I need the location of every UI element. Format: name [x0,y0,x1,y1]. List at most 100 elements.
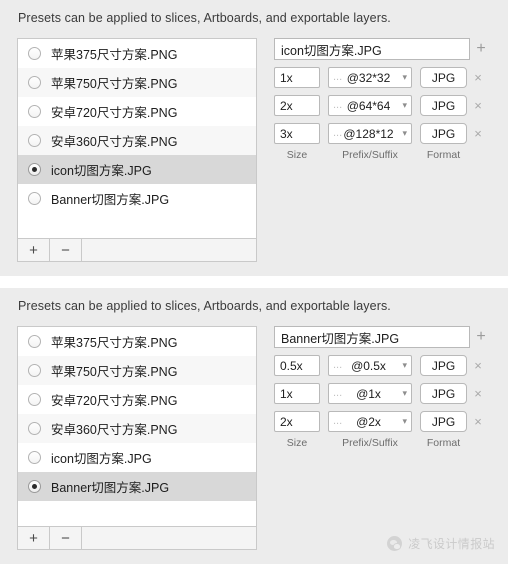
list-item[interactable]: 安卓360尺寸方案.PNG [18,126,256,155]
list-item-label: Banner切图方案.JPG [51,481,170,495]
radio-icon[interactable] [28,422,41,435]
radio-icon[interactable] [28,364,41,377]
add-preset-button[interactable]: + [18,527,50,549]
remove-export-row-icon[interactable]: × [467,71,489,84]
format-select[interactable]: JPG [420,67,467,88]
export-column-labels: Size Prefix/Suffix Format [274,149,492,161]
radio-icon[interactable] [28,47,41,60]
wechat-icon [387,536,403,551]
radio-icon[interactable] [28,105,41,118]
remove-export-row-icon[interactable]: × [467,127,489,140]
list-item-label: Banner切图方案.JPG [51,193,170,207]
radio-icon[interactable] [28,76,41,89]
export-row: 0.5x ... @0.5x ▾ JPG × [274,355,492,376]
preset-name-input[interactable]: Banner切图方案.JPG [274,326,470,348]
preset-name-input[interactable]: icon切图方案.JPG [274,38,470,60]
presets-hint-text: Presets can be applied to slices, Artboa… [18,11,391,25]
list-item[interactable]: Banner切图方案.JPG [18,184,256,213]
suffix-prefix-dots: ... [333,127,343,139]
suffix-value: @128*12 [343,126,394,141]
suffix-select[interactable]: ... @2x ▾ [328,411,412,432]
list-item-label: 苹果375尺寸方案.PNG [51,48,178,62]
suffix-select[interactable]: ... @1x ▾ [328,383,412,404]
footer-spacer [82,239,256,261]
list-item-label: icon切图方案.JPG [51,164,152,178]
suffix-value: @64*64 [346,98,391,113]
watermark-text: 凌飞设计情报站 [408,537,495,551]
remove-export-row-icon[interactable]: × [467,415,489,428]
suffix-select[interactable]: ... @32*32 ▾ [328,67,412,88]
list-item-selected[interactable]: icon切图方案.JPG [18,155,256,184]
list-item[interactable]: 安卓720尺寸方案.PNG [18,385,256,414]
preset-list-body: 苹果375尺寸方案.PNG 苹果750尺寸方案.PNG 安卓720尺寸方案.PN… [18,39,256,238]
remove-export-row-icon[interactable]: × [467,99,489,112]
radio-icon-selected[interactable] [28,163,41,176]
list-item[interactable]: 苹果750尺寸方案.PNG [18,68,256,97]
radio-icon-selected[interactable] [28,480,41,493]
size-input[interactable]: 2x [274,95,320,116]
size-input[interactable]: 1x [274,67,320,88]
format-select[interactable]: JPG [420,355,467,376]
radio-icon[interactable] [28,335,41,348]
remove-preset-button[interactable]: − [50,527,82,549]
export-row: 1x ... @32*32 ▾ JPG × [274,67,492,88]
chevron-down-icon: ▾ [402,100,407,110]
remove-preset-button[interactable]: − [50,239,82,261]
watermark: 凌飞设计情报站 [387,535,495,552]
list-item-selected[interactable]: Banner切图方案.JPG [18,472,256,501]
suffix-select[interactable]: ... @64*64 ▾ [328,95,412,116]
footer-spacer [82,527,256,549]
export-row: 2x ... @64*64 ▾ JPG × [274,95,492,116]
list-item[interactable]: icon切图方案.JPG [18,443,256,472]
suffix-select[interactable]: ... @128*12 ▾ [328,123,412,144]
list-item[interactable]: 苹果375尺寸方案.PNG [18,39,256,68]
list-item-label: 苹果750尺寸方案.PNG [51,365,178,379]
size-input[interactable]: 1x [274,383,320,404]
export-row: 3x ... @128*12 ▾ JPG × [274,123,492,144]
remove-export-row-icon[interactable]: × [467,359,489,372]
add-export-row-icon[interactable]: + [470,41,492,57]
export-rows: 1x ... @32*32 ▾ JPG × 2x ... @64*64 ▾ JP… [274,67,492,144]
list-item[interactable]: 安卓360尺寸方案.PNG [18,414,256,443]
export-presets-panel-bottom: Presets can be applied to slices, Artboa… [0,288,508,564]
radio-icon[interactable] [28,393,41,406]
suffix-prefix-dots: ... [333,359,343,371]
suffix-prefix-dots: ... [333,99,343,111]
export-row: 1x ... @1x ▾ JPG × [274,383,492,404]
column-label-format: Format [426,149,461,161]
preset-list-footer: + − [18,238,256,261]
export-row: 2x ... @2x ▾ JPG × [274,411,492,432]
list-item-label: 安卓720尺寸方案.PNG [51,394,178,408]
size-input[interactable]: 3x [274,123,320,144]
list-item[interactable]: 安卓720尺寸方案.PNG [18,97,256,126]
format-select[interactable]: JPG [420,383,467,404]
suffix-value: @0.5x [351,358,386,373]
export-rows: 0.5x ... @0.5x ▾ JPG × 1x ... @1x ▾ JPG … [274,355,492,432]
suffix-value: @2x [356,414,381,429]
radio-icon[interactable] [28,134,41,147]
suffix-select[interactable]: ... @0.5x ▾ [328,355,412,376]
size-input[interactable]: 2x [274,411,320,432]
remove-export-row-icon[interactable]: × [467,387,489,400]
chevron-down-icon: ▾ [402,360,407,370]
chevron-down-icon: ▾ [402,416,407,426]
list-item[interactable]: 苹果375尺寸方案.PNG [18,327,256,356]
format-select[interactable]: JPG [420,95,467,116]
format-select[interactable]: JPG [420,123,467,144]
list-item[interactable]: 苹果750尺寸方案.PNG [18,356,256,385]
chevron-down-icon: ▾ [402,72,407,82]
preset-list-bottom: 苹果375尺寸方案.PNG 苹果750尺寸方案.PNG 安卓720尺寸方案.PN… [17,326,257,550]
add-export-row-icon[interactable]: + [470,329,492,345]
column-label-format: Format [426,437,461,449]
column-label-suffix: Prefix/Suffix [342,437,398,449]
format-select[interactable]: JPG [420,411,467,432]
radio-icon[interactable] [28,451,41,464]
column-label-size: Size [286,149,308,161]
add-preset-button[interactable]: + [18,239,50,261]
export-column-labels: Size Prefix/Suffix Format [274,437,492,449]
radio-icon[interactable] [28,192,41,205]
list-item-label: 安卓360尺寸方案.PNG [51,135,178,149]
preset-name-line: Banner切图方案.JPG + [274,326,492,348]
list-item-label: 苹果750尺寸方案.PNG [51,77,178,91]
size-input[interactable]: 0.5x [274,355,320,376]
